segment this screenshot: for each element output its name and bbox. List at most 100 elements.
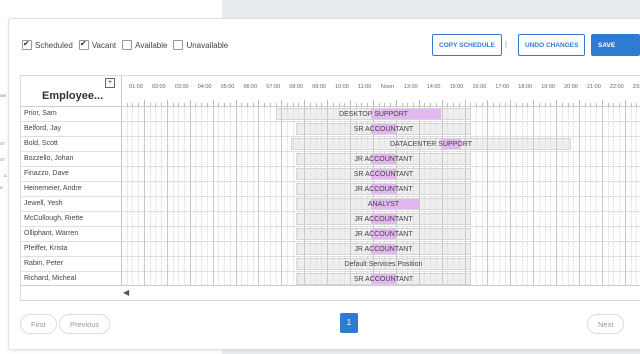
hour-tick (166, 100, 168, 106)
grid-header: Employee... + 01:00 02:00 03:00 04:00 05:00 0… (21, 76, 640, 107)
copy-schedule-button[interactable]: COPY SCHEDULE (432, 34, 502, 56)
shift-bar[interactable]: DESKTOP SUPPORT (276, 108, 471, 120)
quarter-gridline (229, 257, 231, 272)
checkbox-icon[interactable] (122, 40, 133, 50)
undo-changes-button[interactable]: UNDO CHANGES (518, 34, 586, 56)
shift-bar[interactable]: JR ACCOUNTANT (296, 153, 471, 165)
quarter-gridline (573, 242, 575, 257)
table-row[interactable]: JR ACCOUNTANT Pfeiffer, Krista (21, 242, 640, 257)
quarter-gridline (590, 182, 592, 197)
quarter-gridline (252, 257, 254, 272)
filter-unavailable[interactable]: Unavailable (173, 40, 228, 50)
hour-gridline (166, 227, 168, 242)
employee-name: Belford, Jay (24, 125, 61, 132)
quarter-gridline (172, 197, 174, 212)
horizontal-scrollbar[interactable]: ◀ (21, 285, 640, 300)
quarter-gridline (538, 167, 540, 182)
shift-bar[interactable]: JR ACCOUNTANT (296, 183, 471, 195)
quarter-gridline (527, 107, 529, 122)
table-row[interactable]: JR ACCOUNTANT Olliphant, Warren (21, 227, 640, 242)
shift-bar[interactable]: SR ACCOUNTANT (296, 273, 471, 285)
quarter-gridline (161, 242, 163, 257)
quarter-gridline (527, 227, 529, 242)
quarter-gridline (218, 152, 220, 167)
checkbox-icon[interactable] (22, 39, 32, 50)
page-1-button[interactable]: 1 (340, 313, 358, 333)
quarter-gridline (287, 137, 289, 152)
hour-tick (138, 103, 140, 106)
quarter-gridline (138, 137, 140, 152)
table-row[interactable]: SR ACCOUNTANT Finazzo, Dave (21, 167, 640, 182)
quarter-gridline (544, 122, 546, 137)
hour-gridline (556, 122, 558, 137)
scroll-left-icon[interactable]: ◀ (123, 288, 129, 297)
table-row[interactable]: JR ACCOUNTANT McCullough, Riette (21, 212, 640, 227)
hour-gridline (624, 182, 626, 197)
hour-tick (458, 103, 460, 106)
hour-gridline (487, 152, 489, 167)
previous-page-button[interactable]: Previous (59, 314, 111, 334)
quarter-gridline (516, 182, 518, 197)
table-row[interactable]: JR ACCOUNTANT Bozzello, Johan (21, 152, 640, 167)
quarter-gridline (172, 257, 174, 272)
quarter-gridline (155, 167, 157, 182)
quarter-gridline (630, 242, 632, 257)
quarter-gridline (178, 107, 180, 122)
quarter-gridline (630, 182, 632, 197)
shift-bar[interactable]: SR ACCOUNTANT (296, 123, 471, 135)
hour-gridline (533, 167, 535, 182)
quarter-gridline (201, 122, 203, 137)
quarter-gridline (178, 257, 180, 272)
hour-tick (619, 103, 621, 106)
first-page-button[interactable]: First (20, 314, 57, 334)
shift-bar[interactable]: ANALYST (296, 198, 471, 210)
shift-bar[interactable]: JR ACCOUNTANT (296, 243, 471, 255)
quarter-gridline (561, 257, 563, 272)
employee-column-header[interactable]: Employee... (42, 90, 103, 102)
shift-bar[interactable]: SR ACCOUNTANT (296, 168, 471, 180)
expand-icon[interactable]: + (105, 78, 115, 88)
quarter-gridline (521, 107, 523, 122)
hour-label: 09:00 (312, 84, 326, 90)
checkbox-icon[interactable] (78, 39, 89, 50)
table-row[interactable]: Default Services Position Rabin, Peter (21, 257, 640, 272)
quarter-gridline (607, 122, 609, 137)
quarter-gridline (132, 227, 134, 242)
quarter-gridline (516, 167, 518, 182)
hour-tick (636, 103, 638, 106)
table-row[interactable]: ANALYST Jewell, Yesh (21, 197, 640, 212)
quarter-gridline (538, 257, 540, 272)
quarter-gridline (126, 122, 128, 137)
quarter-gridline (269, 107, 271, 122)
save-changes-button[interactable]: SAVE CHANGES (591, 34, 640, 71)
hour-label: 08:00 (289, 84, 304, 90)
table-row[interactable]: SR ACCOUNTANT Belford, Jay (21, 122, 640, 137)
quarter-gridline (544, 182, 546, 197)
hour-tick (201, 103, 203, 106)
quarter-gridline (516, 212, 518, 227)
quarter-gridline (475, 152, 477, 167)
shift-bar[interactable]: Default Services Position (296, 258, 471, 270)
checkbox-icon[interactable] (173, 40, 184, 50)
next-page-button[interactable]: Next (587, 314, 625, 334)
table-row[interactable]: JR ACCOUNTANT Heinemeier, Andre (21, 182, 640, 197)
table-row[interactable]: DESKTOP SUPPORT Prior, Sam (21, 107, 640, 122)
hour-gridline (601, 182, 603, 197)
hour-gridline (212, 137, 214, 152)
filter-scheduled[interactable]: Scheduled (22, 39, 73, 50)
quarter-gridline (241, 182, 243, 197)
hour-gridline (121, 182, 122, 197)
filter-available[interactable]: Available (122, 40, 167, 50)
quarter-gridline (195, 227, 197, 242)
quarter-gridline (584, 197, 586, 212)
hour-gridline (189, 137, 191, 152)
filter-vacant[interactable]: Vacant (78, 39, 116, 50)
table-row[interactable]: DATACENTER SUPPORT Bold, Scott (21, 137, 640, 152)
shift-bar[interactable]: JR ACCOUNTANT (296, 228, 471, 240)
quarter-gridline (613, 182, 615, 197)
shift-bar[interactable]: JR ACCOUNTANT (296, 213, 471, 225)
shift-bar[interactable]: DATACENTER SUPPORT (291, 138, 571, 150)
quarter-gridline (161, 122, 163, 137)
hour-tick (584, 103, 586, 106)
quarter-gridline (201, 227, 203, 242)
